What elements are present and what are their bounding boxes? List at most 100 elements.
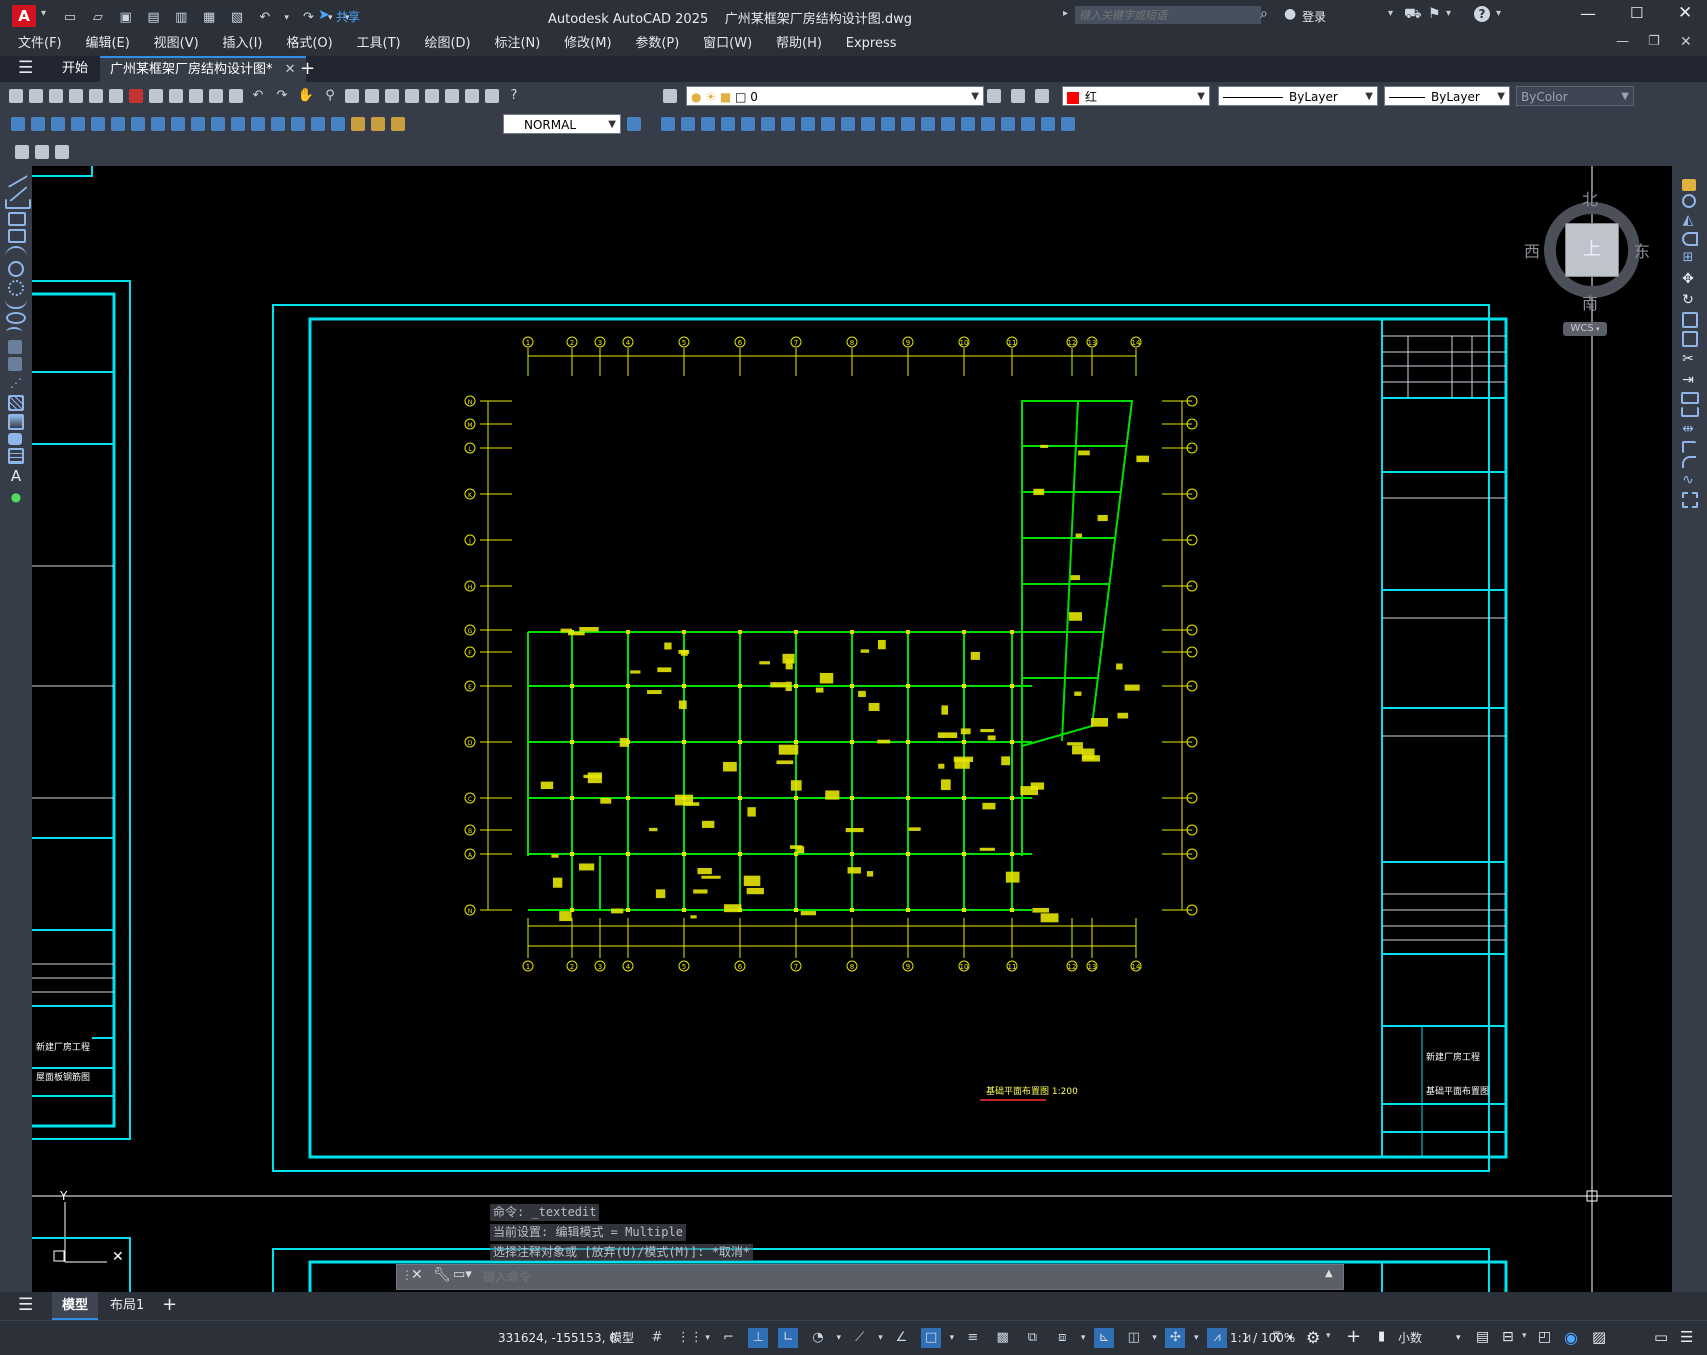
plot-icon[interactable]: [69, 89, 83, 103]
3d-osnap-icon[interactable]: ⧈: [1052, 1328, 1072, 1348]
blend-curves-icon[interactable]: ∿: [1677, 471, 1699, 489]
copy-icon[interactable]: [169, 89, 183, 103]
view-sw-iso-icon[interactable]: [781, 117, 795, 131]
menu-file[interactable]: 文件(F): [8, 32, 72, 56]
print-icon[interactable]: ▧: [227, 8, 247, 28]
ucs-object-icon[interactable]: [961, 117, 975, 131]
zoom-realtime-icon[interactable]: ⚲: [320, 86, 340, 106]
dim-aligned-icon[interactable]: [31, 117, 45, 131]
dim-edit-icon[interactable]: [351, 117, 365, 131]
doc-minimize-icon[interactable]: —: [1616, 34, 1629, 49]
menu-insert[interactable]: 插入(I): [213, 32, 273, 56]
dimstyle-manager-icon[interactable]: [627, 117, 641, 131]
explode-icon[interactable]: [1682, 492, 1698, 508]
graphics-performance-icon[interactable]: ▨: [1592, 1328, 1606, 1346]
new-file-icon[interactable]: ▭: [60, 8, 80, 28]
hamburger-menu-icon[interactable]: ☰: [18, 58, 33, 78]
open-file-icon[interactable]: ▱: [88, 8, 108, 28]
command-history-toggle-icon[interactable]: ▲: [1325, 1268, 1333, 1279]
rectangle-icon[interactable]: [8, 229, 26, 243]
menu-modify[interactable]: 修改(M): [554, 32, 621, 56]
compass-south[interactable]: 南: [1582, 290, 1598, 314]
tool-palettes-icon[interactable]: [425, 89, 439, 103]
tab-document[interactable]: 广州某框架厂房结构设计图* ✕: [100, 56, 306, 82]
ortho-icon[interactable]: ∟: [778, 1328, 799, 1348]
multileader-style-icon[interactable]: [55, 145, 69, 159]
view-nw-iso-icon[interactable]: [841, 117, 855, 131]
search-icon[interactable]: ⌕: [1260, 6, 1268, 22]
drawing-canvas[interactable]: 新建厂房工程 屋面板钢筋图 新建厂房工程 基础平面布置图 基础平面布置图 1:2…: [32, 166, 1672, 1292]
view-ne-iso-icon[interactable]: [821, 117, 835, 131]
command-customize-icon[interactable]: 🔧︎: [433, 1267, 451, 1283]
point-icon[interactable]: ⋰: [5, 374, 27, 392]
preview-icon[interactable]: [89, 89, 103, 103]
make-block-icon[interactable]: [8, 357, 22, 371]
snap-dropdown-icon[interactable]: ▾: [704, 1328, 712, 1348]
close-icon[interactable]: ✕: [1678, 3, 1692, 23]
osnap-dropdown-icon[interactable]: ▾: [948, 1328, 956, 1348]
menu-window[interactable]: 窗口(W): [693, 32, 762, 56]
quick-dim-icon[interactable]: [171, 117, 185, 131]
chamfer-icon[interactable]: [1682, 441, 1696, 453]
dim-ordinate-icon[interactable]: [71, 117, 85, 131]
transparency-icon[interactable]: ▩: [993, 1328, 1013, 1348]
color-dropdown[interactable]: 红 ▼: [1062, 86, 1210, 106]
offset-icon[interactable]: [1682, 232, 1698, 246]
dim-continue-icon[interactable]: [211, 117, 225, 131]
ucs-x-icon[interactable]: [1001, 117, 1015, 131]
doc-close-icon[interactable]: ✕: [1680, 34, 1692, 50]
tab-model[interactable]: 模型: [52, 1292, 99, 1320]
qnew-icon[interactable]: [9, 89, 23, 103]
tab-start[interactable]: 开始: [52, 56, 98, 82]
polar-icon[interactable]: ◔: [808, 1328, 828, 1348]
grid-icon[interactable]: #: [647, 1328, 667, 1348]
units-dropdown-icon[interactable]: ▾: [1456, 1321, 1461, 1355]
snap-icon[interactable]: ⋮⋮: [677, 1328, 703, 1348]
gizmo-icon[interactable]: ✣: [1165, 1328, 1186, 1348]
revision-cloud-icon[interactable]: [8, 280, 24, 296]
scale-icon[interactable]: [1682, 312, 1698, 328]
search-input[interactable]: [1075, 6, 1261, 24]
dim-radius-icon[interactable]: [91, 117, 105, 131]
paste-icon[interactable]: [189, 89, 203, 103]
erase-icon[interactable]: [1682, 179, 1696, 191]
customization-icon[interactable]: ☰: [1680, 1328, 1693, 1346]
save-icon[interactable]: ▣: [116, 8, 136, 28]
app-dropdown-icon[interactable]: ▾: [1446, 8, 1451, 19]
ucs-z-icon[interactable]: [1041, 117, 1055, 131]
camera-icon[interactable]: [861, 117, 875, 131]
properties-icon[interactable]: [385, 89, 399, 103]
dim-angular-icon[interactable]: [151, 117, 165, 131]
workspace-dropdown-icon[interactable]: ▾: [1326, 1331, 1331, 1341]
center-mark-icon[interactable]: [291, 117, 305, 131]
model-space-button[interactable]: 模型: [610, 1321, 634, 1355]
sheet-set-icon[interactable]: [445, 89, 459, 103]
polygon-icon[interactable]: [8, 212, 26, 226]
osnap-icon[interactable]: □: [921, 1328, 942, 1348]
minimize-icon[interactable]: —: [1580, 4, 1596, 23]
maximize-icon[interactable]: ☐: [1630, 4, 1643, 22]
fillet-icon[interactable]: [1682, 456, 1696, 468]
ucs-world-icon[interactable]: [921, 117, 935, 131]
menu-draw[interactable]: 绘图(D): [414, 32, 480, 56]
undo-tool-icon[interactable]: ↶: [248, 86, 268, 106]
selection-filter-icon[interactable]: ◫: [1124, 1328, 1144, 1348]
login-dropdown-icon[interactable]: ▾: [1388, 8, 1393, 19]
pan-icon[interactable]: ✋: [296, 86, 316, 106]
view-se-iso-icon[interactable]: [801, 117, 815, 131]
export-icon[interactable]: ▦: [199, 8, 219, 28]
menu-express[interactable]: Express: [836, 32, 907, 56]
break-icon[interactable]: [1681, 407, 1699, 417]
zoom-previous-icon[interactable]: [365, 89, 379, 103]
annotation-visibility-icon[interactable]: ⩘: [1207, 1328, 1228, 1348]
view-left-icon[interactable]: [701, 117, 715, 131]
open-icon[interactable]: [29, 89, 43, 103]
lock-ui-icon[interactable]: ⊟: [1502, 1329, 1514, 1345]
hatch-icon[interactable]: [8, 395, 24, 411]
block-editor-icon[interactable]: [229, 89, 243, 103]
layer-previous-icon[interactable]: [1011, 89, 1025, 103]
menu-view[interactable]: 视图(V): [144, 32, 209, 56]
tab-add-button[interactable]: +: [290, 56, 325, 82]
help-tool-icon[interactable]: ?: [504, 86, 524, 106]
layer-manager-icon[interactable]: [663, 89, 677, 103]
